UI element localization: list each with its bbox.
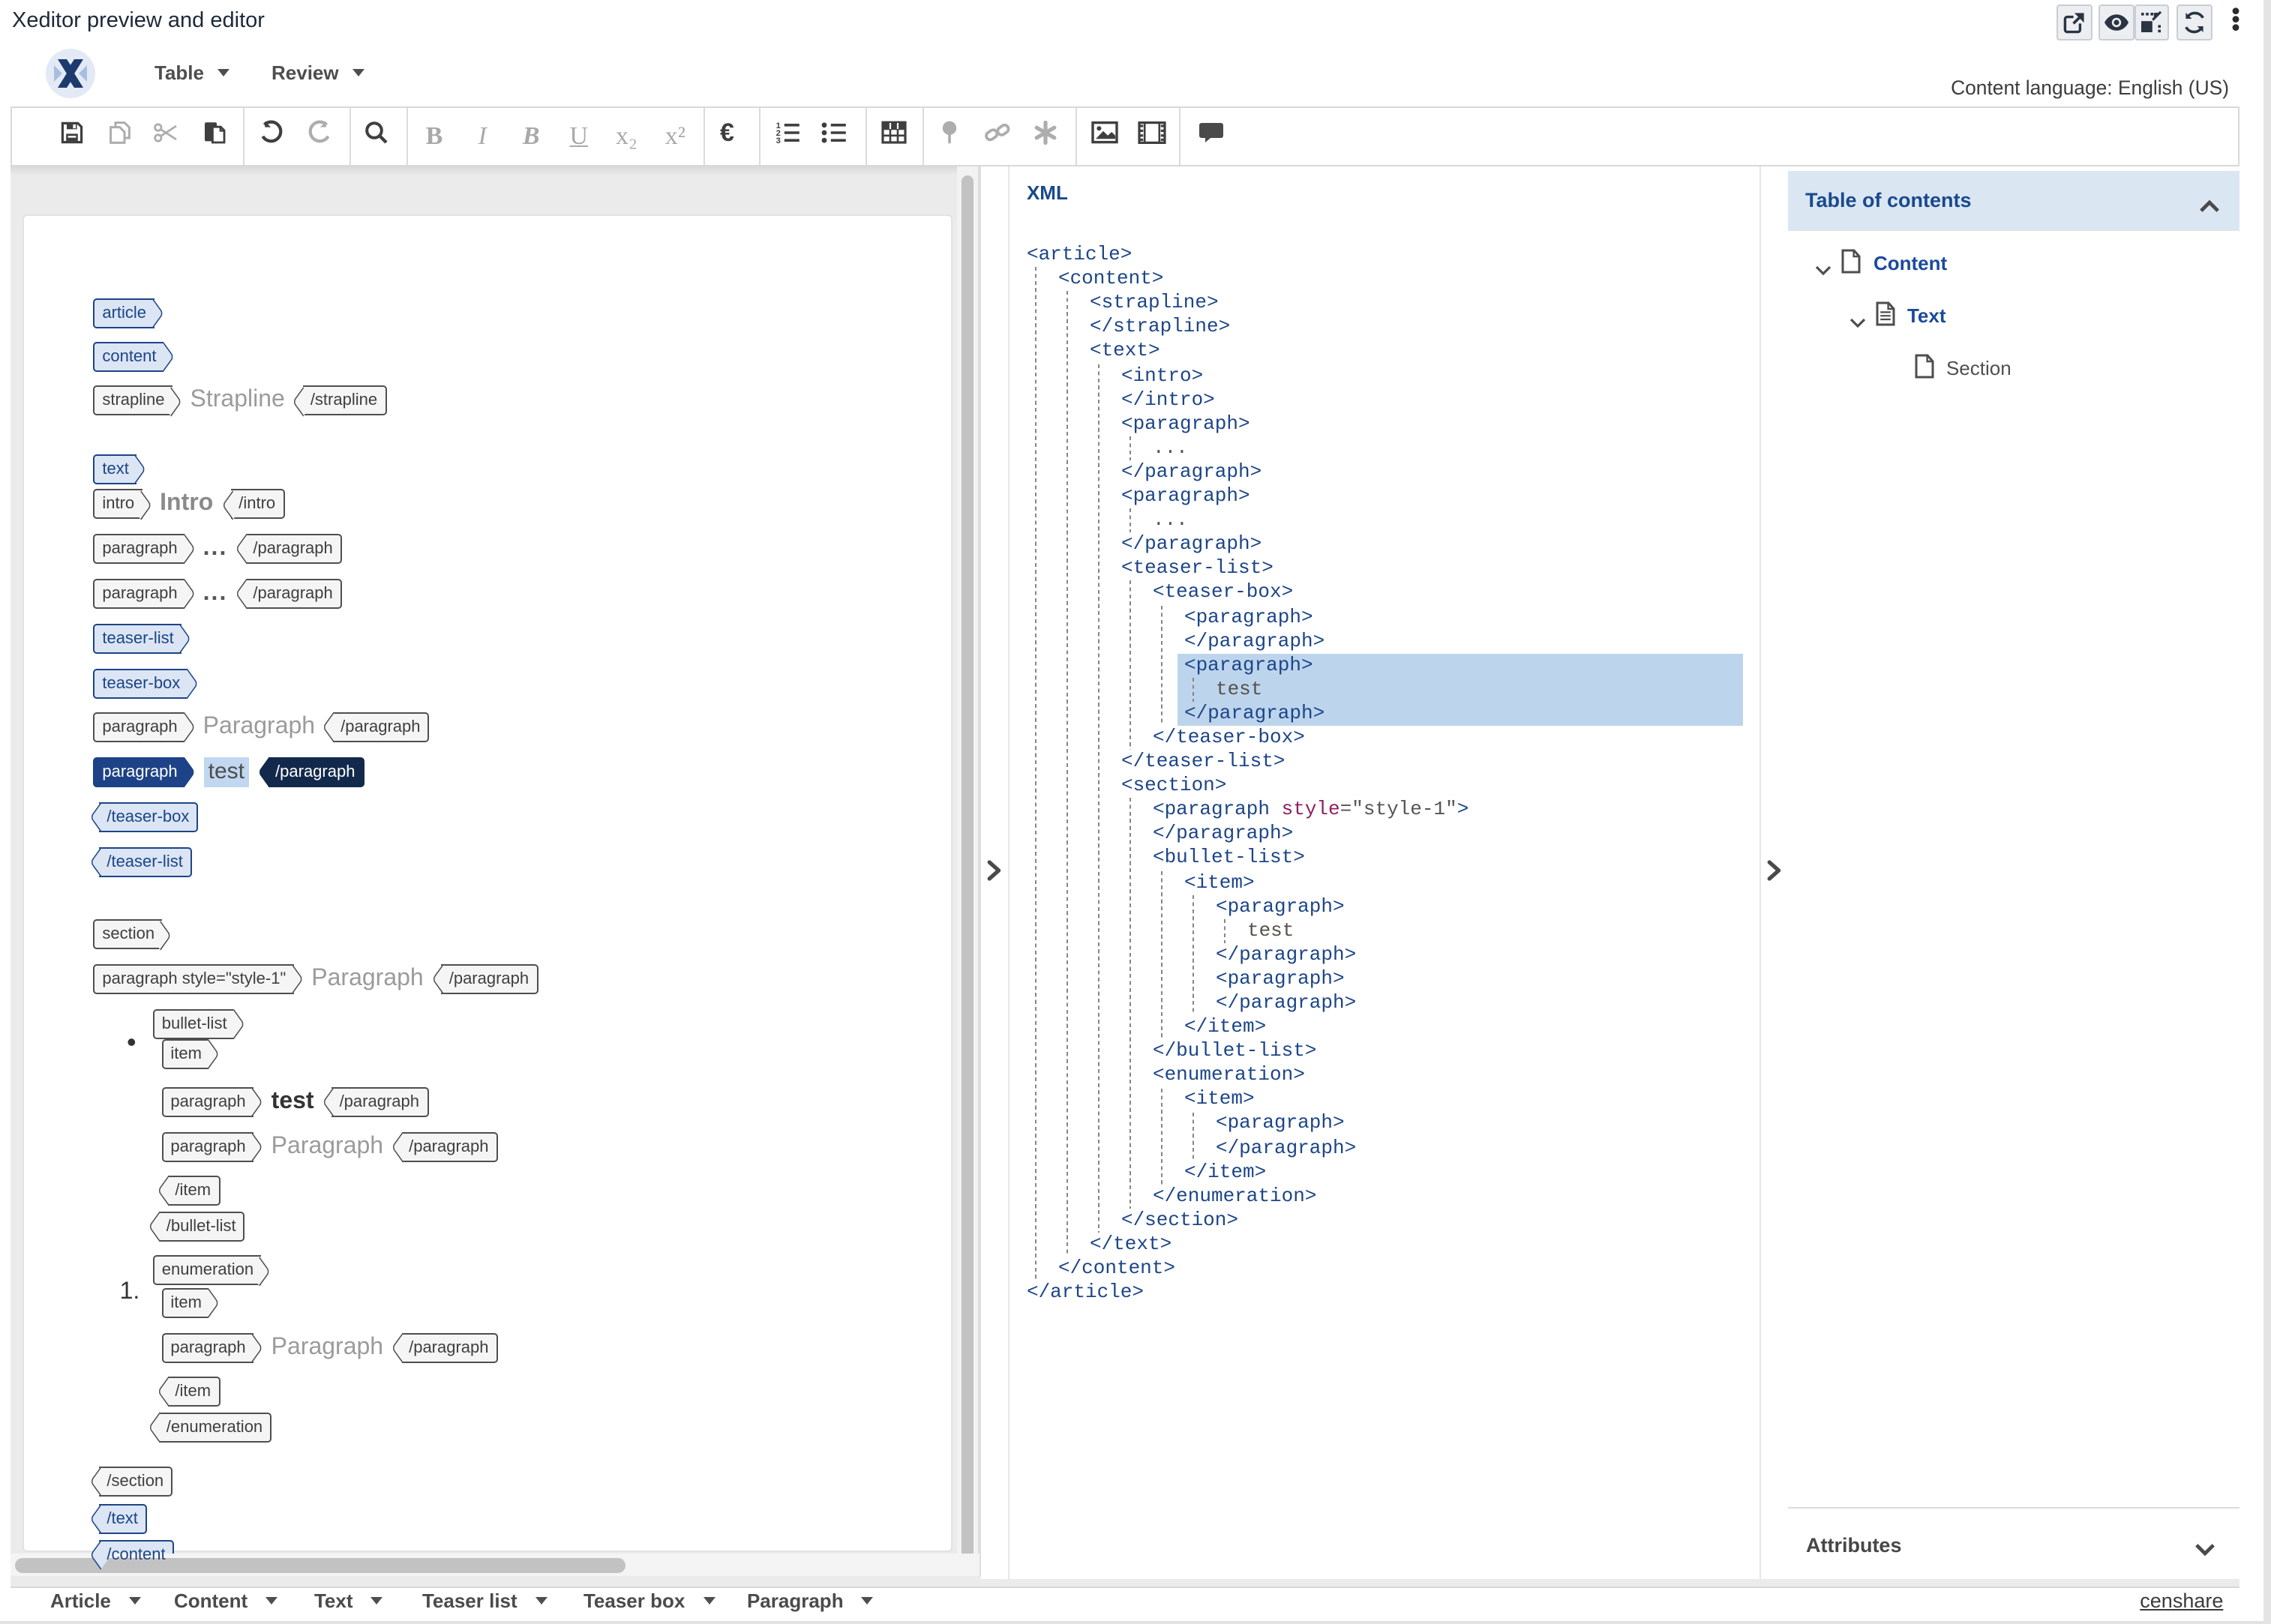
svg-text:€: €: [721, 119, 735, 146]
svg-text:3: 3: [776, 136, 780, 145]
